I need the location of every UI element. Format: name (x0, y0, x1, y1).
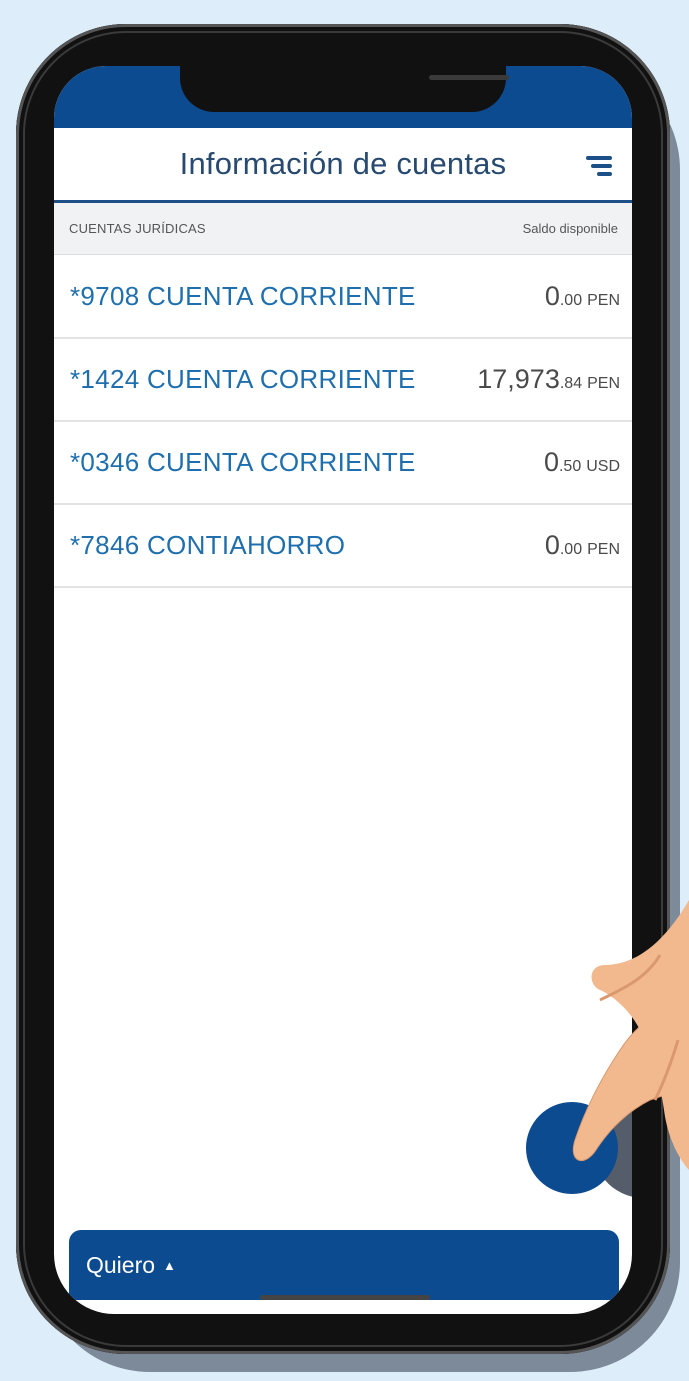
account-balance: 0.00 PEN (538, 530, 620, 561)
accounts-section-header: CUENTAS JURÍDICAS Saldo disponible (54, 203, 632, 255)
quiero-action-button[interactable]: Quiero ▲ (69, 1230, 619, 1300)
phone-notch (180, 66, 509, 112)
account-row[interactable]: *1424 CUENTA CORRIENTE 17,973.84 PEN (54, 339, 632, 422)
tap-indicator[interactable] (526, 1102, 618, 1194)
account-name: *7846 CONTIAHORRO (70, 530, 346, 560)
section-label: CUENTAS JURÍDICAS (69, 221, 206, 236)
quiero-label: Quiero (86, 1251, 156, 1278)
account-name: *1424 CUENTA CORRIENTE (70, 364, 416, 394)
account-row[interactable]: *7846 CONTIAHORRO 0.00 PEN (54, 505, 632, 588)
account-list: *9708 CUENTA CORRIENTE 0.00 PEN *1424 CUE… (54, 256, 632, 588)
page-title: Información de cuentas (179, 146, 507, 181)
app-header: Información de cuentas (54, 128, 632, 203)
speaker-grille (429, 75, 509, 80)
account-balance: 0.50 USD (537, 447, 620, 478)
account-balance: 0.00 PEN (538, 281, 620, 312)
caret-up-icon: ▲ (163, 1257, 176, 1273)
phone-screen: Información de cuentas CUENTAS JURÍDICAS… (54, 66, 632, 1314)
account-row[interactable]: *0346 CUENTA CORRIENTE 0.50 USD (54, 422, 632, 505)
account-row[interactable]: *9708 CUENTA CORRIENTE 0.00 PEN (54, 256, 632, 339)
account-name: *0346 CUENTA CORRIENTE (70, 447, 416, 477)
account-name: *9708 CUENTA CORRIENTE (70, 281, 416, 311)
balance-column-label: Saldo disponible (522, 221, 618, 236)
home-indicator (260, 1295, 430, 1300)
hamburger-menu-icon[interactable] (586, 156, 612, 178)
account-balance: 17,973.84 PEN (471, 364, 620, 395)
